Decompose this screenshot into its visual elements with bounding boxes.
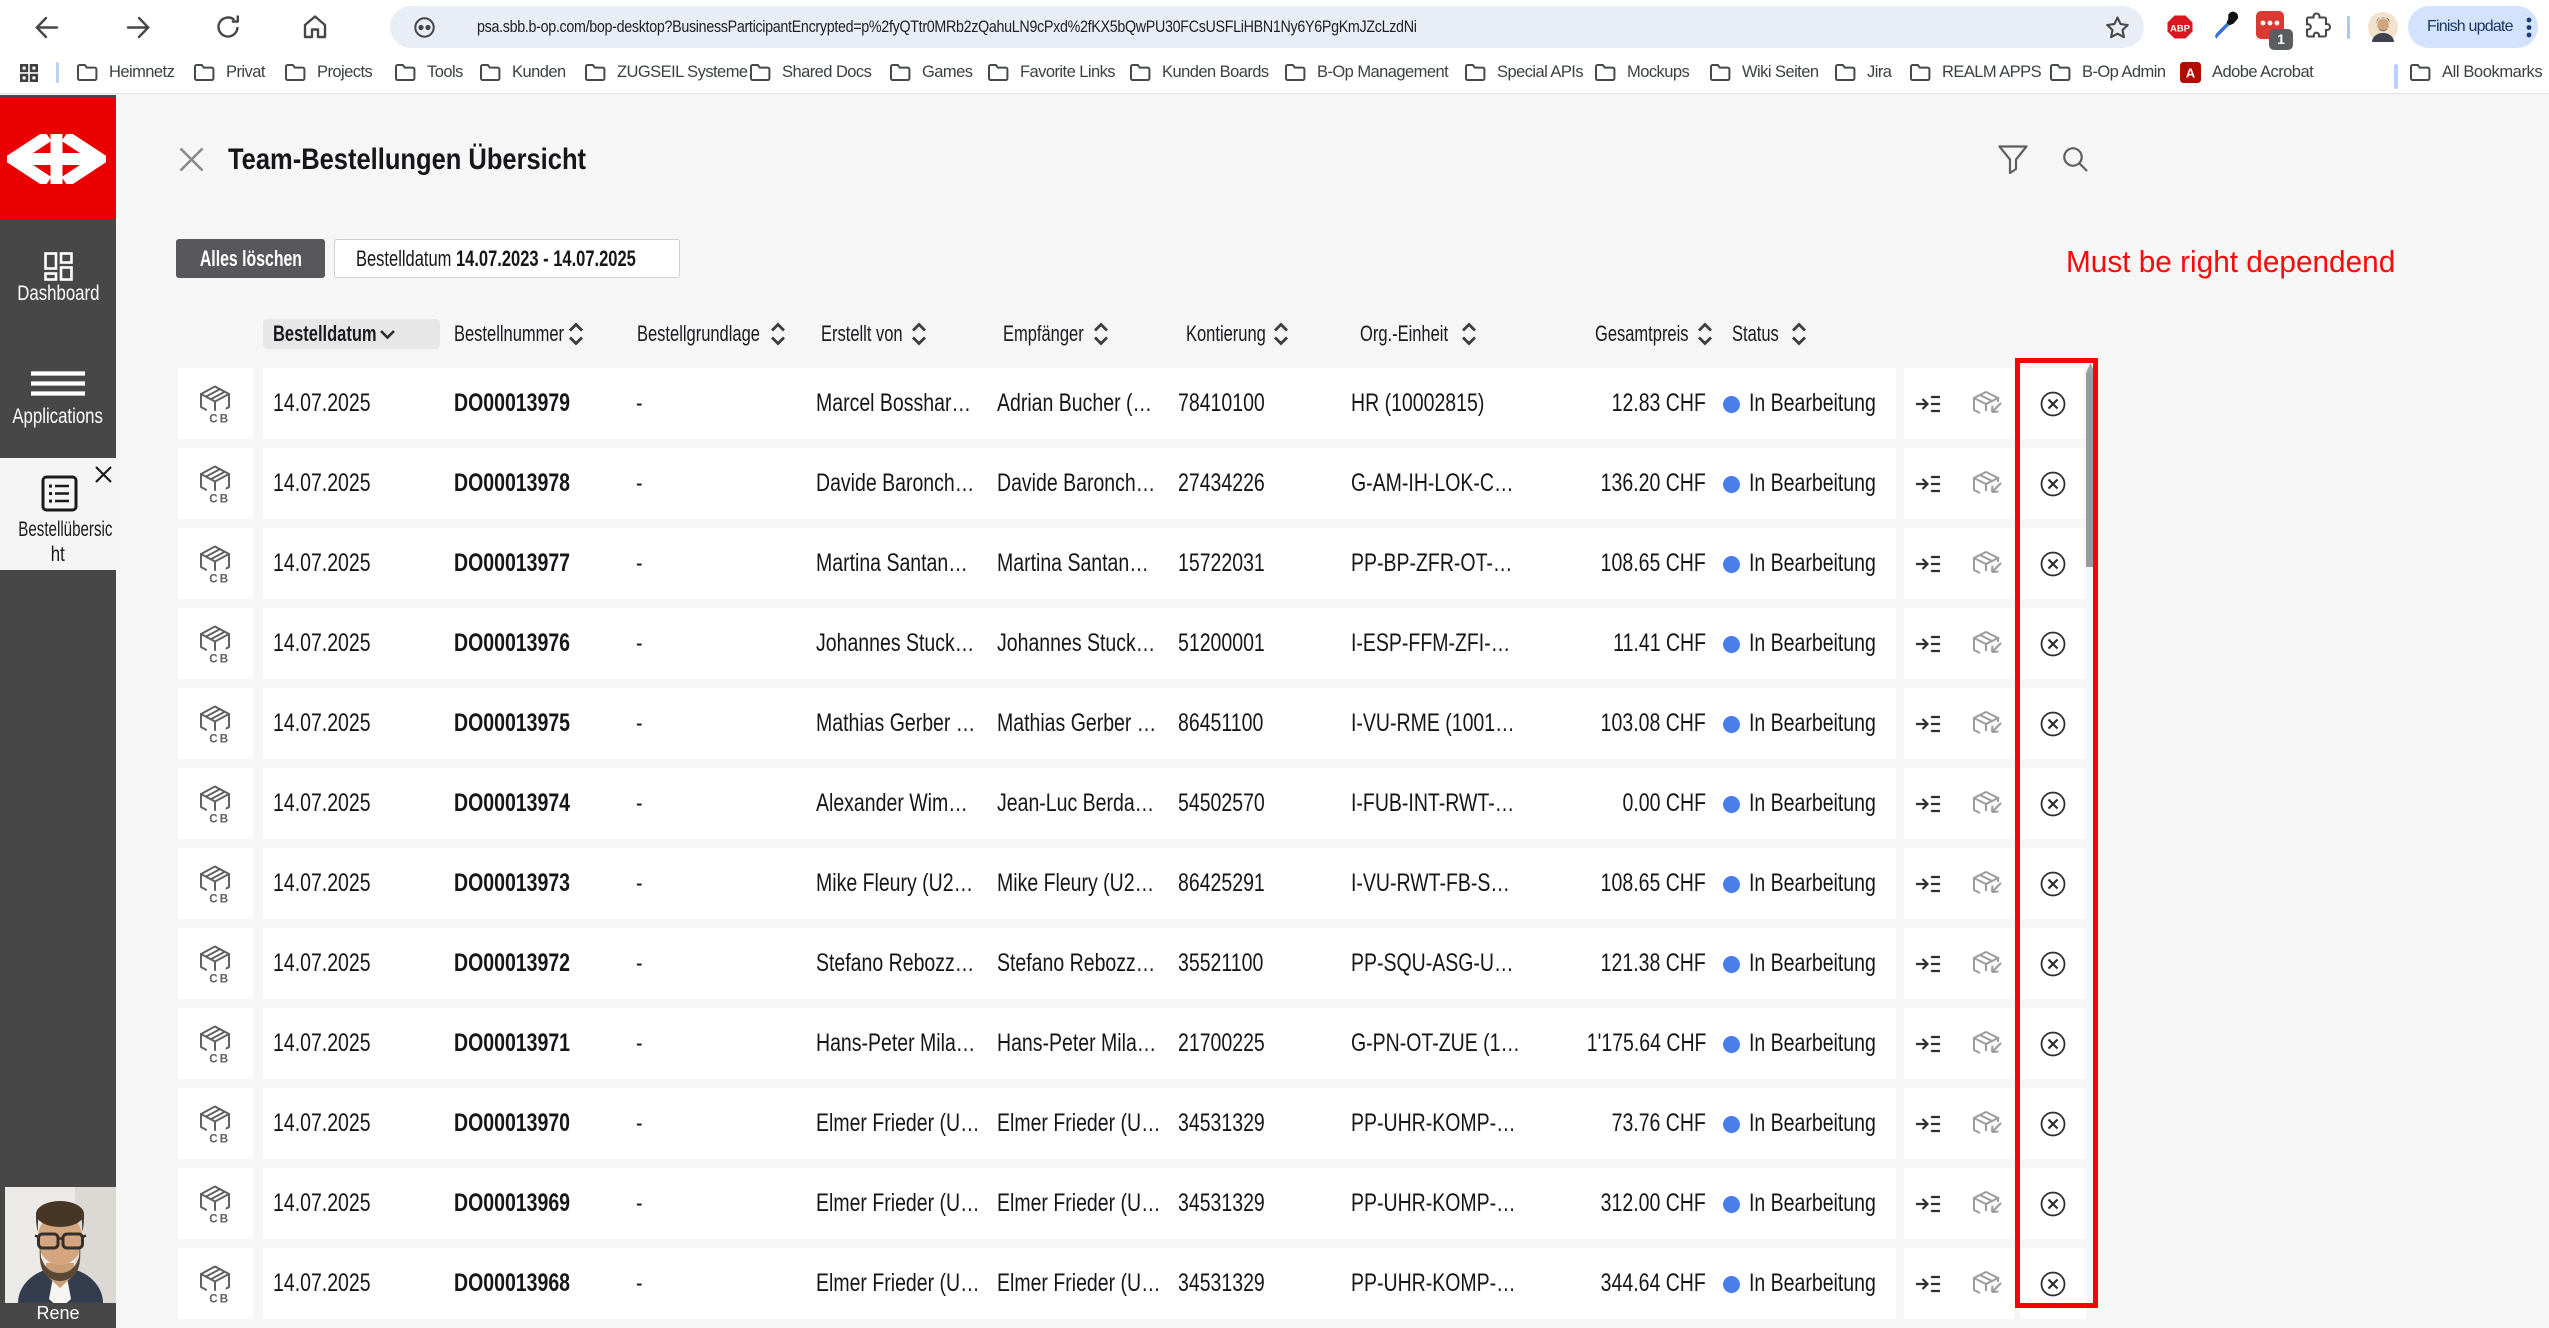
svg-text:A: A xyxy=(2186,66,2196,81)
svg-text:CB: CB xyxy=(209,814,230,826)
svg-text:CB: CB xyxy=(209,974,230,986)
svg-text:CB: CB xyxy=(209,494,230,506)
svg-text:CB: CB xyxy=(209,414,230,426)
svg-text:CB: CB xyxy=(209,654,230,666)
svg-text:CB: CB xyxy=(209,734,230,746)
svg-text:CB: CB xyxy=(209,1214,230,1226)
svg-text:CB: CB xyxy=(209,894,230,906)
svg-text:CB: CB xyxy=(209,1134,230,1146)
svg-text:CB: CB xyxy=(209,1054,230,1066)
svg-text:CB: CB xyxy=(209,574,230,586)
svg-text:CB: CB xyxy=(209,1294,230,1306)
svg-text:ABP: ABP xyxy=(2170,24,2191,35)
